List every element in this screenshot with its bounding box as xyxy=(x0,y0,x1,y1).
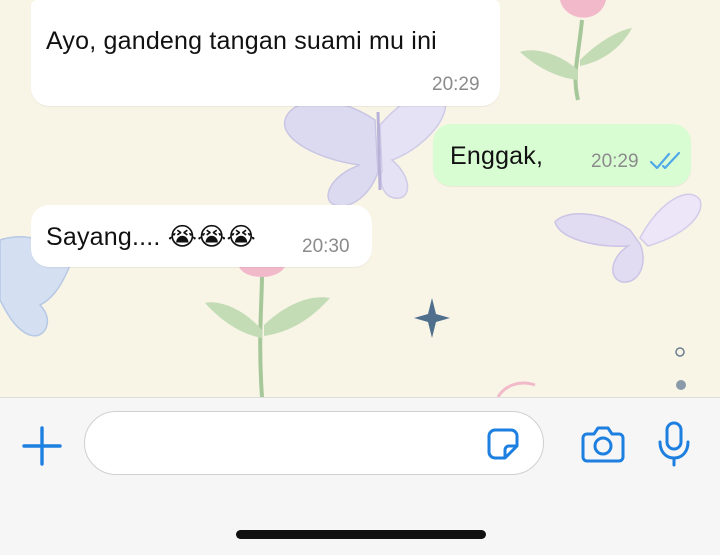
camera-icon[interactable] xyxy=(581,424,625,464)
plus-icon[interactable] xyxy=(20,424,64,468)
chat-area: Ayo, gandeng tangan suami mu ini 20:29 E… xyxy=(0,0,720,397)
message-input[interactable] xyxy=(84,411,544,475)
message-text: Ayo, gandeng tangan suami mu ini xyxy=(46,27,437,55)
message-bubble-outgoing[interactable]: Enggak, 20:29 xyxy=(433,124,691,186)
message-bubble-incoming[interactable]: Sayang.... 😭😭😭 20:30 xyxy=(31,205,372,267)
home-indicator xyxy=(236,530,486,539)
sticker-icon[interactable] xyxy=(486,427,520,461)
message-time: 20:30 xyxy=(302,236,350,257)
message-time: 20:29 xyxy=(591,151,639,172)
microphone-icon[interactable] xyxy=(656,420,692,468)
message-bubble-incoming[interactable]: Ayo, gandeng tangan suami mu ini 20:29 xyxy=(31,0,500,106)
message-text: Sayang.... 😭😭😭 xyxy=(46,223,256,251)
read-receipt-icon xyxy=(649,151,681,170)
message-text: Enggak, xyxy=(450,142,544,170)
message-time: 20:29 xyxy=(432,74,480,95)
